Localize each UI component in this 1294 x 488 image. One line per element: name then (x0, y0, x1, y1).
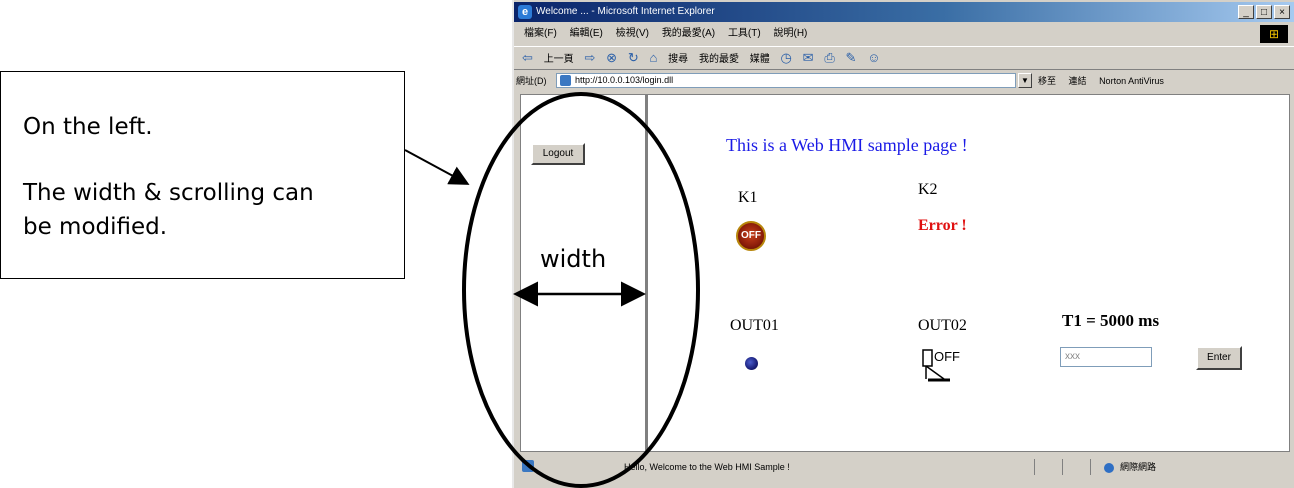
t1-value: 5000 ms (1100, 311, 1160, 330)
k1-off-button[interactable]: OFF (736, 221, 766, 251)
norton-antivirus-button[interactable]: Norton AntiVirus (1099, 76, 1164, 86)
k1-label: K1 (738, 189, 758, 206)
minimize-button[interactable]: _ (1238, 5, 1254, 19)
left-frame: Logout (521, 95, 648, 451)
refresh-icon[interactable]: ↻ (628, 50, 639, 65)
address-dropdown-button[interactable]: ▼ (1018, 73, 1032, 88)
out02-state-label: OFF (934, 349, 960, 364)
address-url: http://10.0.0.103/login.dll (575, 75, 674, 85)
browser-window: e Welcome ... - Microsoft Internet Explo… (512, 0, 1294, 488)
mail-icon[interactable]: ✉ (803, 50, 814, 65)
callout-line-2: The width & scrolling can (23, 180, 314, 206)
callout-line-3: be modified. (23, 214, 168, 240)
out01-led-indicator[interactable] (745, 357, 758, 370)
address-label: 網址(D) (516, 76, 547, 86)
favorites-button[interactable]: 我的最愛 (699, 54, 739, 65)
title-bar: e Welcome ... - Microsoft Internet Explo… (514, 2, 1294, 22)
callout-arrow (404, 149, 470, 185)
menu-bar: 檔案(F) 編輯(E) 檢視(V) 我的最愛(A) 工具(T) 說明(H) ⊞ (514, 24, 1294, 44)
menu-file[interactable]: 檔案(F) (524, 28, 557, 39)
history-icon[interactable]: ◷ (781, 50, 792, 65)
menu-view[interactable]: 檢視(V) (616, 28, 649, 39)
search-button[interactable]: 搜尋 (668, 54, 688, 65)
t1-label: T1 = 5000 ms (1062, 311, 1159, 331)
go-button[interactable]: 移至 (1038, 76, 1056, 86)
status-text: Hello, Welcome to the Web HMI Sample ! (624, 462, 790, 472)
menu-tools[interactable]: 工具(T) (728, 28, 761, 39)
annotation-callout: On the left. The width & scrolling can b… (0, 71, 405, 279)
status-bar: Hello, Welcome to the Web HMI Sample ! 網… (514, 456, 1294, 478)
back-arrow-icon[interactable]: ⇦ (522, 50, 533, 65)
status-page-icon (522, 460, 534, 472)
stop-icon[interactable]: ⊗ (606, 50, 617, 65)
address-bar: 網址(D) http://10.0.0.103/login.dll ▼ 移至 連… (514, 70, 1294, 92)
k2-error-status: Error ! (918, 217, 967, 234)
out01-label: OUT01 (730, 317, 779, 334)
window-title: Welcome ... - Microsoft Internet Explore… (536, 6, 715, 17)
home-icon[interactable]: ⌂ (650, 50, 658, 65)
page-icon (560, 75, 571, 86)
status-divider (1062, 459, 1063, 475)
menu-help[interactable]: 說明(H) (774, 28, 808, 39)
menu-edit[interactable]: 編輯(E) (570, 28, 603, 39)
edit-icon[interactable]: ✎ (846, 50, 857, 65)
status-divider (1034, 459, 1035, 475)
close-button[interactable]: × (1274, 5, 1290, 19)
ie-logo-icon: e (518, 5, 532, 19)
enter-button[interactable]: Enter (1196, 346, 1242, 370)
windows-logo-icon: ⊞ (1260, 25, 1288, 43)
globe-icon (1104, 462, 1114, 473)
page-content: Logout This is a Web HMI sample page ! K… (520, 94, 1290, 452)
out02-label: OUT02 (918, 317, 967, 334)
forward-arrow-icon[interactable]: ⇨ (584, 50, 595, 65)
address-input[interactable]: http://10.0.0.103/login.dll (556, 73, 1016, 88)
callout-line-1: On the left. (23, 114, 153, 140)
messenger-icon[interactable]: ☺ (867, 50, 880, 65)
page-heading: This is a Web HMI sample page ! (726, 135, 968, 155)
links-button[interactable]: 連結 (1069, 76, 1087, 86)
main-frame: This is a Web HMI sample page ! K1 OFF K… (648, 95, 1289, 451)
back-button[interactable]: 上一頁 (544, 54, 574, 65)
status-zone-label: 網際網路 (1120, 462, 1157, 472)
status-zone: 網際網路 (1104, 456, 1156, 478)
k2-label: K2 (918, 181, 938, 198)
width-label: width (540, 245, 607, 273)
status-divider (1090, 459, 1091, 475)
address-actions: 移至 連結 Norton AntiVirus (1038, 70, 1174, 92)
toolbar: ⇦ 上一頁 ⇨ ⊗ ↻ ⌂ 搜尋 我的最愛 媒體 ◷ ✉ ⎙ ✎ ☺ (514, 46, 1294, 70)
window-controls: _ □ × (1238, 5, 1290, 19)
maximize-button[interactable]: □ (1256, 5, 1272, 19)
menu-favorites[interactable]: 我的最愛(A) (662, 28, 715, 39)
logout-button[interactable]: Logout (531, 143, 585, 165)
media-button[interactable]: 媒體 (750, 54, 770, 65)
print-icon[interactable]: ⎙ (824, 50, 834, 65)
t1-input[interactable]: xxx (1060, 347, 1152, 367)
t1-prefix: T1 = (1062, 311, 1101, 330)
